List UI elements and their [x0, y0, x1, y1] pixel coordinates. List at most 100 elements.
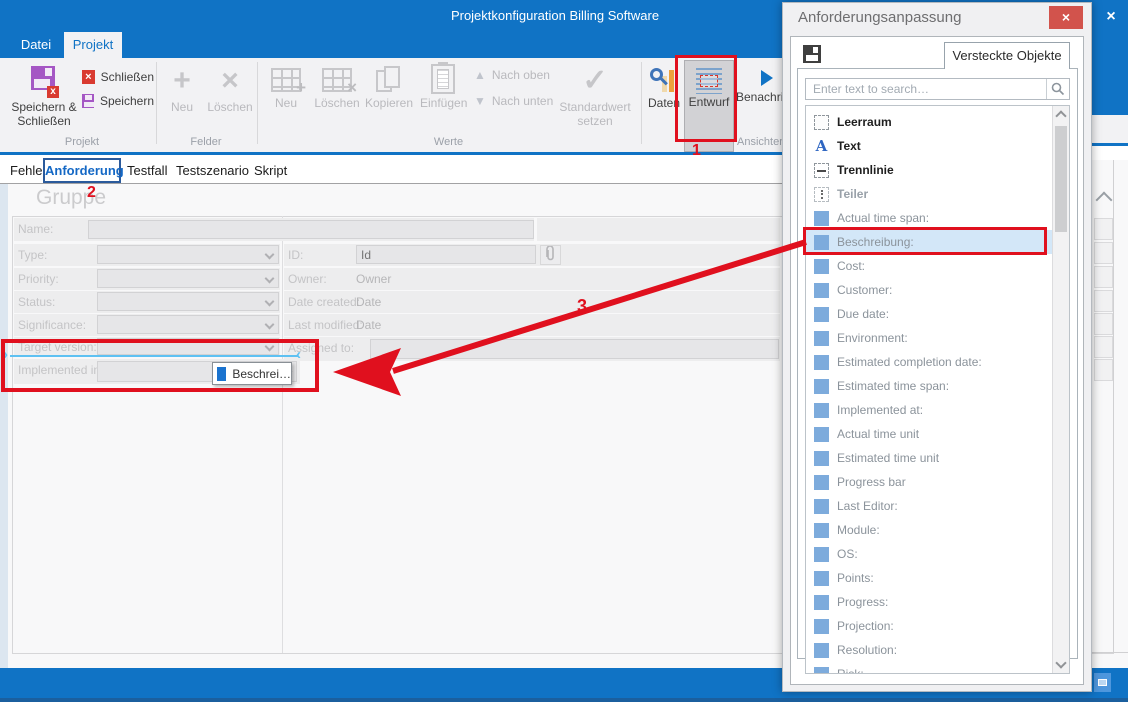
text-icon: A [814, 139, 829, 154]
list-items: Leerraum AText Trennlinie Teiler Actual … [806, 106, 1052, 673]
tab-anforderung[interactable]: Anforderung [43, 158, 121, 183]
scrollbar-up-icon[interactable] [1098, 194, 1110, 206]
field-icon [814, 331, 829, 346]
tab-skript[interactable]: Skript [254, 160, 287, 182]
chevron-down-icon [265, 250, 275, 260]
group-separator [156, 62, 157, 144]
chevron-down-icon [265, 274, 275, 284]
list-item-module[interactable]: Module: [806, 518, 1052, 542]
list-item-leerraum[interactable]: Leerraum [806, 110, 1052, 134]
field-icon [814, 619, 829, 634]
list-item-resolution[interactable]: Resolution: [806, 638, 1052, 662]
attachment-cell[interactable] [540, 245, 561, 265]
annotation-box-drop-target [1, 339, 319, 392]
field-icon [814, 643, 829, 658]
list-item-points[interactable]: Points: [806, 566, 1052, 590]
tab-datei[interactable]: Datei [8, 32, 64, 58]
panel-close-button[interactable]: × [1049, 6, 1083, 29]
annotation-step-1: 1 [692, 142, 701, 160]
save-floppy-icon [82, 94, 94, 108]
cross-icon: × [215, 64, 245, 98]
move-up-button[interactable]: ▲ Nach oben [468, 64, 558, 86]
significance-dropdown[interactable] [97, 315, 279, 334]
status-bar-button[interactable] [1094, 673, 1111, 692]
form-row-cell [1094, 218, 1113, 240]
group-separator [641, 62, 642, 144]
list-item-risk[interactable]: Risk: [806, 662, 1052, 673]
group-label-felder: Felder [156, 136, 256, 150]
annotation-step-3: 3 [577, 296, 587, 317]
field-icon [814, 475, 829, 490]
list-item-cost[interactable]: Cost: [806, 254, 1052, 278]
annotation-box-entwurf [675, 55, 737, 142]
field-icon [814, 427, 829, 442]
table-add-icon: + [271, 68, 301, 92]
list-item-actual-time-unit[interactable]: Actual time unit [806, 422, 1052, 446]
splitter-icon [814, 187, 829, 202]
list-item-progress[interactable]: Progress: [806, 590, 1052, 614]
panel-save-icon[interactable] [803, 45, 821, 63]
search-box [805, 78, 1070, 100]
field-icon [814, 403, 829, 418]
search-input[interactable] [808, 80, 1043, 98]
form-row-cell [1094, 359, 1113, 381]
notification-arrow-icon [761, 70, 773, 86]
plus-icon: + [167, 64, 197, 98]
status-bar-edge [0, 698, 1128, 702]
name-input[interactable] [88, 220, 534, 239]
list-item-last-editor[interactable]: Last Editor: [806, 494, 1052, 518]
list-item-projection[interactable]: Projection: [806, 614, 1052, 638]
close-red-x-icon: × [82, 70, 95, 84]
chevron-down-icon [265, 297, 275, 307]
form-row-cell [1094, 336, 1113, 358]
list-item-estimated-time-span[interactable]: Estimated time span: [806, 374, 1052, 398]
list-item-estimated-time-unit[interactable]: Estimated time unit [806, 446, 1052, 470]
hidden-objects-list: Leerraum AText Trennlinie Teiler Actual … [805, 105, 1070, 674]
tab-projekt[interactable]: Projekt [64, 32, 122, 58]
tab-testszenario[interactable]: Testszenario [176, 160, 249, 182]
priority-dropdown[interactable] [97, 269, 279, 288]
list-item-implemented-at[interactable]: Implemented at: [806, 398, 1052, 422]
save-button[interactable]: Speichern [78, 90, 154, 112]
list-item-text[interactable]: AText [806, 134, 1052, 158]
right-strip-tabrow [1092, 146, 1128, 160]
list-item-os[interactable]: OS: [806, 542, 1052, 566]
status-dropdown[interactable] [97, 292, 279, 311]
field-icon [814, 307, 829, 322]
group-separator [257, 62, 258, 144]
list-item-teiler[interactable]: Teiler [806, 182, 1052, 206]
list-item-customer[interactable]: Customer: [806, 278, 1052, 302]
list-item-due-date[interactable]: Due date: [806, 302, 1052, 326]
id-input[interactable] [356, 245, 536, 264]
field-icon [814, 379, 829, 394]
scroll-up-icon[interactable] [1055, 110, 1066, 121]
paperclip-icon [545, 246, 556, 262]
list-item-trennlinie[interactable]: Trennlinie [806, 158, 1052, 182]
group-label-werte: Werte [257, 136, 640, 150]
type-dropdown[interactable] [97, 245, 279, 264]
left-margin-strip [0, 184, 8, 668]
scrollbar-thumb[interactable] [1055, 126, 1067, 232]
window-close-button[interactable]: × [1100, 6, 1122, 28]
field-icon [814, 283, 829, 298]
annotation-step-2: 2 [87, 184, 96, 202]
tab-testfall[interactable]: Testfall [127, 160, 167, 182]
arrow-down-icon: ▼ [474, 94, 486, 108]
tab-versteckte-objekte[interactable]: Versteckte Objekte [944, 42, 1070, 69]
form-row-cell [1094, 290, 1113, 312]
field-icon [814, 667, 829, 674]
list-item-environment[interactable]: Environment: [806, 326, 1052, 350]
search-button[interactable] [1046, 79, 1069, 99]
field-icon [814, 523, 829, 538]
spacer-icon [814, 115, 829, 130]
move-down-button[interactable]: ▼ Nach unten [468, 90, 558, 112]
tab-fehler[interactable]: Fehler [10, 160, 47, 182]
clipboard-icon [431, 64, 455, 94]
close-button[interactable]: × Schließen [78, 66, 154, 88]
field-icon [814, 211, 829, 226]
list-item-progress-bar[interactable]: Progress bar [806, 470, 1052, 494]
list-scrollbar[interactable] [1052, 106, 1069, 673]
scroll-down-icon[interactable] [1055, 657, 1066, 668]
assigned-to-input[interactable] [370, 339, 779, 359]
list-item-estimated-completion-date[interactable]: Estimated completion date: [806, 350, 1052, 374]
